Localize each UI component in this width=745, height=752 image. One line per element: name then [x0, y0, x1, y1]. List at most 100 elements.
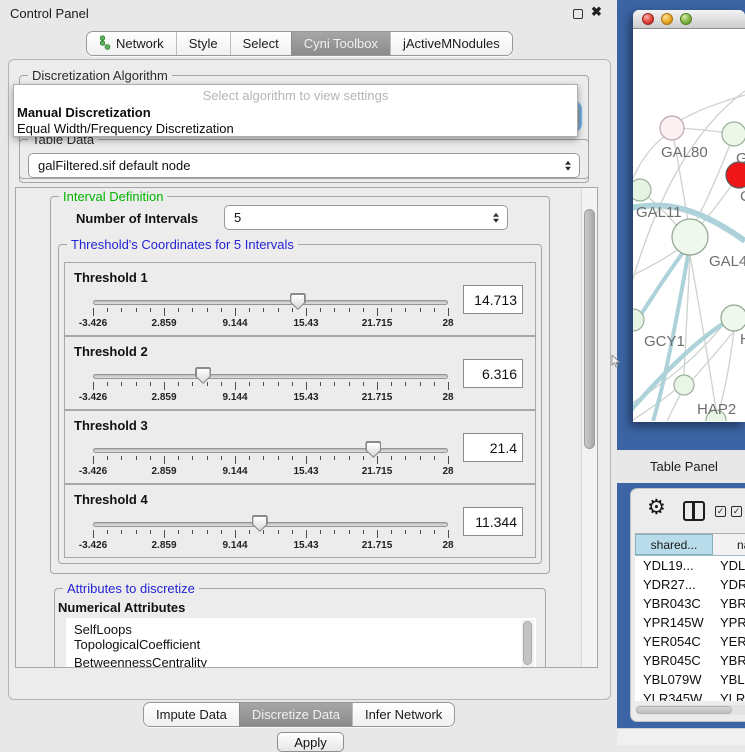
tab-jactivemnodules[interactable]: jActiveMNodules	[390, 32, 512, 55]
vertical-scrollbar[interactable]	[581, 188, 597, 667]
apply-button[interactable]: Apply	[277, 732, 344, 752]
threshold-2-value-field[interactable]	[463, 359, 523, 388]
tab-impute-data[interactable]: Impute Data	[144, 703, 239, 726]
discretization-group-title: Discretization Algorithm	[28, 68, 172, 83]
panel-title: Control Panel	[10, 6, 89, 21]
mouse-cursor	[611, 355, 620, 373]
network-icon	[99, 35, 111, 53]
numerical-attributes-label: Numerical Attributes	[58, 600, 185, 615]
node-partial-g[interactable]	[722, 122, 745, 146]
table-panel-titlebar: Table Panel	[617, 450, 745, 483]
list-item[interactable]: SelfLoops	[66, 618, 536, 636]
algorithm-option-manual[interactable]: Manual Discretization	[14, 105, 577, 121]
thresholds-group-title: Threshold's Coordinates for 5 Intervals	[67, 237, 298, 252]
table-panel: ⚙ ✓ ✓ shared... na YDL19...YDL1 YDR27...…	[630, 488, 745, 722]
column-header-shared-name[interactable]: shared...	[635, 534, 713, 555]
svg-text:G.: G.	[736, 150, 745, 167]
number-of-intervals-combobox[interactable]: 5	[224, 205, 508, 230]
table-data-value: galFiltered.sif default node	[38, 158, 190, 173]
numerical-attributes-list[interactable]: SelfLoops TopologicalCoefficient Between…	[66, 618, 536, 668]
horizontal-scrollbar[interactable]	[635, 705, 745, 715]
gear-icon[interactable]: ⚙	[647, 495, 666, 520]
zoom-traffic-light-icon[interactable]	[680, 13, 692, 25]
threshold-1-value-field[interactable]	[463, 285, 523, 314]
tab-infer-network[interactable]: Infer Network	[352, 703, 454, 726]
status-area	[617, 728, 745, 745]
network-canvas[interactable]: GAL80 G. C GAL11 GAL4 GCY1 H HAP2	[633, 29, 745, 421]
close-traffic-light-icon[interactable]	[642, 13, 654, 25]
tab-network[interactable]: Network	[87, 32, 176, 55]
table-row[interactable]: YER054CYER0	[635, 632, 745, 651]
slider-track[interactable]	[93, 448, 448, 453]
threshold-4-panel: Threshold 4 -3.426 2.859 9.144 15.43 21.…	[64, 484, 536, 558]
network-window-titlebar[interactable]	[633, 10, 745, 29]
table-row[interactable]: YBR045CYBR0	[635, 651, 745, 670]
threshold-2-label: Threshold 2	[74, 344, 148, 359]
split-columns-icon[interactable]	[683, 501, 705, 521]
threshold-3-panel: Threshold 3 -3.426 2.859 9.144 15.43 21.…	[64, 410, 536, 484]
float-window-icon[interactable]	[573, 9, 583, 19]
tab-discretize-data[interactable]: Discretize Data	[239, 703, 352, 726]
table-row[interactable]: YDR27...YDR2	[635, 575, 745, 594]
threshold-2-panel: Threshold 2 -3.426 2.859 9.144 15.43 21.…	[64, 336, 536, 410]
node-attribute-table: shared... na YDL19...YDL1 YDR27...YDR2 Y…	[635, 533, 745, 701]
threshold-4-value-field[interactable]	[463, 507, 523, 536]
threshold-3-value-field[interactable]	[463, 433, 523, 462]
cyni-mode-tab-bar: Impute Data Discretize Data Infer Networ…	[143, 702, 455, 727]
slider-ticks	[93, 308, 448, 317]
slider-scale-labels: -3.426 2.859 9.144 15.43 21.715 28	[93, 392, 448, 404]
table-row[interactable]: YBR043CYBR0	[635, 594, 745, 613]
cyni-content-panel: Discretization Algorithm Table Data galF…	[8, 59, 611, 700]
number-of-intervals-label: Number of Intervals	[76, 211, 198, 226]
slider-ticks	[93, 382, 448, 391]
node-gal4[interactable]	[672, 219, 708, 255]
slider-scale-labels: -3.426 2.859 9.144 15.43 21.715 28	[93, 540, 448, 552]
slider-scale-labels: -3.426 2.859 9.144 15.43 21.715 28	[93, 466, 448, 478]
tab-select[interactable]: Select	[230, 32, 291, 55]
combo-arrows-icon	[493, 212, 499, 223]
table-row[interactable]: YDL19...YDL1	[635, 556, 745, 575]
scrollbar-thumb[interactable]	[636, 706, 732, 714]
close-icon[interactable]: ✖	[591, 4, 602, 20]
algorithm-dropdown-popup: Select algorithm to view settings Manual…	[13, 84, 578, 137]
minimize-traffic-light-icon[interactable]	[661, 13, 673, 25]
svg-text:GAL80: GAL80	[661, 144, 708, 161]
node-hap2[interactable]	[674, 375, 694, 395]
threshold-1-panel: Threshold 1 -3.426 2.859 9.144 15.43 21.…	[64, 262, 536, 336]
list-item[interactable]: TopologicalCoefficient	[66, 636, 536, 654]
slider-track[interactable]	[93, 300, 448, 305]
checkbox-icon[interactable]: ✓	[715, 506, 726, 517]
tab-network-label: Network	[116, 36, 164, 51]
table-row[interactable]: YPR145WYPR1	[635, 613, 745, 632]
slider-track[interactable]	[93, 522, 448, 527]
threshold-4-label: Threshold 4	[74, 492, 148, 507]
slider-ticks	[93, 456, 448, 465]
column-header-name[interactable]: na	[713, 534, 745, 555]
table-data-combobox[interactable]: galFiltered.sif default node	[28, 153, 580, 178]
list-scrollbar[interactable]	[522, 620, 534, 668]
svg-text:H: H	[740, 331, 745, 348]
algorithm-placeholder-option[interactable]: Select algorithm to view settings	[14, 88, 577, 105]
settings-scroll-pane: Interval Definition Number of Intervals …	[15, 187, 598, 668]
node-partial-h[interactable]	[721, 305, 745, 331]
attributes-group-title: Attributes to discretize	[63, 581, 199, 596]
scrollbar-thumb[interactable]	[584, 209, 595, 449]
tab-cyni-toolbox[interactable]: Cyni Toolbox	[291, 32, 390, 55]
node-gal80[interactable]	[660, 116, 684, 140]
list-item[interactable]: BetweennessCentrality	[66, 654, 536, 668]
slider-track[interactable]	[93, 374, 448, 379]
node-gal11[interactable]	[633, 179, 651, 201]
tab-style[interactable]: Style	[176, 32, 230, 55]
table-header-row: shared... na	[635, 534, 745, 556]
slider-scale-labels: -3.426 2.859 9.144 15.43 21.715 28	[93, 318, 448, 330]
table-row[interactable]: YBL079WYBL0	[635, 670, 745, 689]
algorithm-option-equal-width[interactable]: Equal Width/Frequency Discretization	[14, 121, 577, 137]
table-panel-title: Table Panel	[617, 459, 718, 474]
svg-text:GCY1: GCY1	[644, 333, 685, 350]
svg-text:HAP2: HAP2	[697, 401, 736, 418]
threshold-3-label: Threshold 3	[74, 418, 148, 433]
checkbox-icon[interactable]: ✓	[731, 506, 742, 517]
table-row[interactable]: YLR345WYLR3	[635, 689, 745, 701]
combo-arrows-icon	[565, 160, 571, 171]
interval-definition-title: Interval Definition	[59, 189, 167, 204]
